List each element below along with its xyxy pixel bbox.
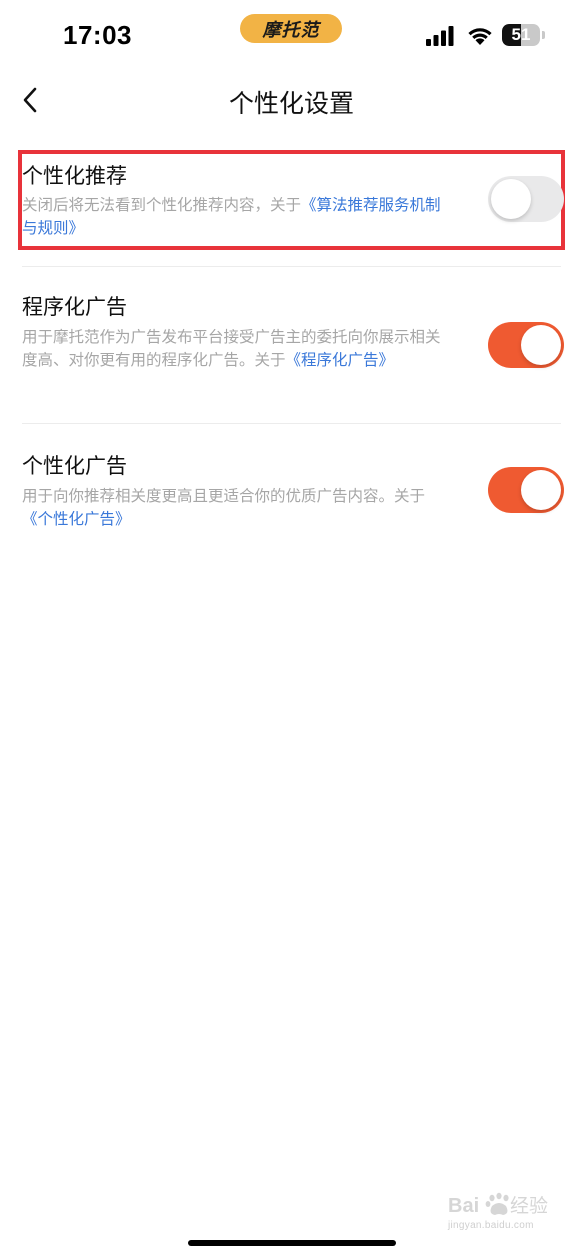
setting-title: 个性化推荐 — [22, 164, 127, 188]
setting-description: 用于摩托范作为广告发布平台接受广告主的委托向你展示相关度高、对你更有用的程序化广… — [22, 326, 442, 372]
screen: 17:03 摩托范 51 个性化设置 个性化推荐 关闭后将无法看到个性化推荐内容… — [0, 0, 583, 1246]
setting-programmatic-ads: 程序化广告 用于摩托范作为广告发布平台接受广告主的委托向你展示相关度高、对你更有… — [22, 267, 564, 424]
toggle-knob — [521, 470, 561, 510]
status-bar: 17:03 摩托范 51 — [0, 0, 583, 70]
battery-icon: 51 — [502, 24, 546, 46]
personalized-recommendation-toggle[interactable] — [488, 176, 564, 222]
setting-description-text: 关闭后将无法看到个性化推荐内容，关于 — [22, 196, 302, 214]
setting-personalized-ads: 个性化广告 用于向你推荐相关度更高且更适合你的优质广告内容。关于《个性化广告》 — [22, 424, 564, 544]
personalized-ads-toggle[interactable] — [488, 467, 564, 513]
wifi-icon — [468, 28, 492, 45]
setting-description: 用于向你推荐相关度更高且更适合你的优质广告内容。关于《个性化广告》 — [22, 485, 442, 531]
setting-description-text: 用于向你推荐相关度更高且更适合你的优质广告内容。关于 — [22, 487, 426, 505]
setting-description: 关闭后将无法看到个性化推荐内容，关于《算法推荐服务机制与规则》 — [22, 194, 442, 240]
settings-list: 个性化推荐 关闭后将无法看到个性化推荐内容，关于《算法推荐服务机制与规则》 程序… — [0, 148, 583, 544]
setting-title: 程序化广告 — [22, 295, 127, 319]
toggle-knob — [521, 325, 561, 365]
svg-text:经验: 经验 — [510, 1195, 548, 1217]
baidu-paw-logo: Bai 经验 — [448, 1192, 548, 1217]
toggle-knob — [491, 179, 531, 219]
watermark-url: jingyan.baidu.com — [448, 1220, 534, 1231]
programmatic-ads-link[interactable]: 《程序化广告》 — [286, 351, 395, 369]
cellular-signal-icon — [426, 26, 454, 46]
personalized-ads-link[interactable]: 《个性化广告》 — [22, 510, 131, 528]
status-time: 17:03 — [63, 20, 132, 50]
page-title: 个性化设置 — [228, 89, 354, 118]
setting-personalized-recommendation: 个性化推荐 关闭后将无法看到个性化推荐内容，关于《算法推荐服务机制与规则》 — [18, 148, 565, 267]
baidu-jingyan-watermark: Bai 经验 jingyan.baidu.com — [448, 1190, 560, 1236]
nav-bar: 个性化设置 — [0, 70, 583, 132]
home-indicator[interactable] — [188, 1240, 396, 1246]
setting-title: 个性化广告 — [22, 454, 127, 478]
programmatic-ads-toggle[interactable] — [488, 322, 564, 368]
svg-text:Bai: Bai — [448, 1195, 479, 1217]
app-badge[interactable]: 摩托范 — [240, 14, 342, 43]
battery-percent: 51 — [511, 25, 531, 44]
